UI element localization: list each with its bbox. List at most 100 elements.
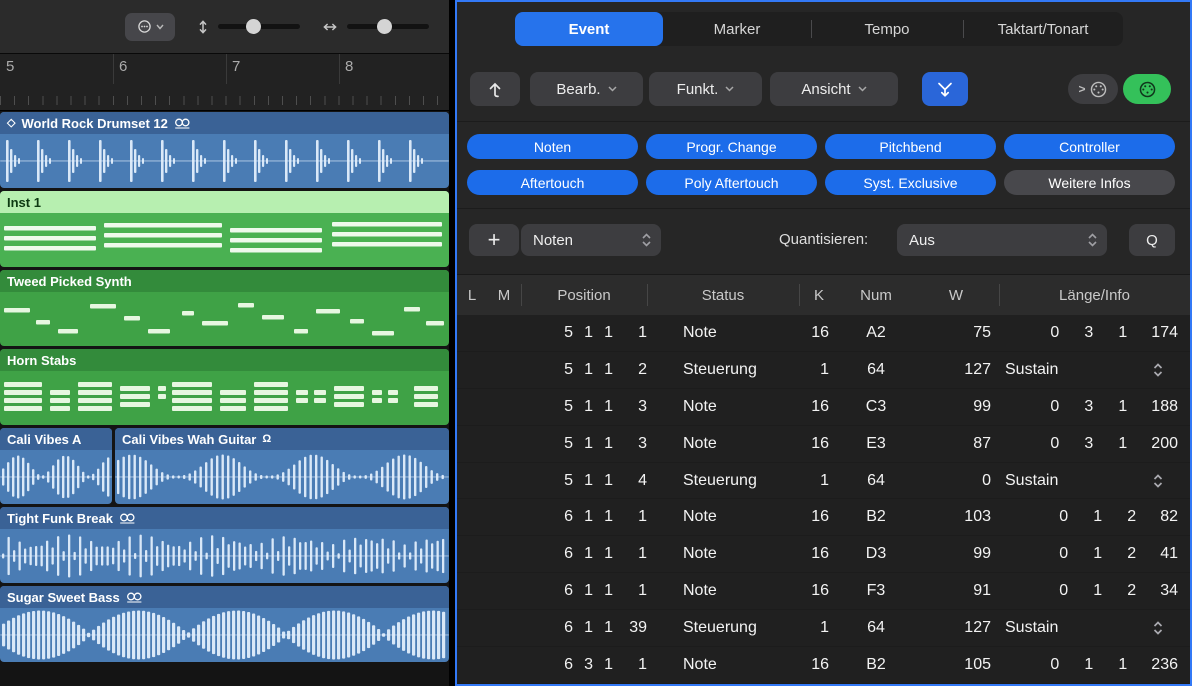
dropdown-value: Noten [533,231,574,249]
midi-in-toggle-button[interactable] [922,72,968,106]
status-cell: Note [683,434,717,452]
channel-cell: 16 [811,434,829,452]
num-cell: C3 [865,397,887,415]
slider-track[interactable] [218,19,300,34]
event-row[interactable]: 6 1 1 39 Steuerung 1 64 127 Sustain [457,610,1190,648]
event-row[interactable]: 6 1 1 1 Note 16 B2 103 0 1 2 82 [457,499,1190,537]
ansicht-menu[interactable]: Ansicht [770,72,898,106]
tab-taktart[interactable]: Taktart/Tonart [963,12,1123,46]
event-row[interactable]: 6 1 1 1 Note 16 D3 99 0 1 2 41 [457,536,1190,574]
slider-thumb[interactable] [377,19,392,34]
event-type-dropdown[interactable]: Noten [521,224,661,256]
dropdown-value: Aus [909,231,935,249]
filter-weitere-infos[interactable]: Weitere Infos [1004,170,1175,195]
track-view-options-button[interactable] [125,12,175,41]
event-row[interactable]: 5 1 1 1 Note 16 A2 75 0 3 1 174 [457,315,1190,352]
event-row[interactable]: 5 1 1 2 Steuerung 1 64 127 Sustain [457,352,1190,389]
tab-tempo[interactable]: Tempo [811,12,963,46]
tick-cell: 39 [629,619,647,637]
channel-cell: 16 [811,655,829,673]
add-event-button[interactable]: + [469,224,519,256]
region-cali-vibes-wah-guitar[interactable]: Cali Vibes Wah Guitar Ω [115,428,449,504]
slider-thumb[interactable] [246,19,261,34]
bar-gridline [226,54,227,84]
value-stepper[interactable] [1152,362,1164,378]
region-sugar-sweet-bass[interactable]: Sugar Sweet Bass [0,586,449,662]
region-name: Horn Stabs [7,352,77,368]
value-cell: 127 [964,619,991,637]
value-cell: 103 [964,508,991,526]
waveform [0,610,449,660]
region-horn-stabs[interactable]: Horn Stabs [0,349,449,425]
waveform [0,140,449,182]
region-world-rock-drumset[interactable]: ◇ World Rock Drumset 12 [0,112,449,188]
midi-input-indicator[interactable]: > [1068,74,1118,104]
slider-track[interactable] [347,19,429,34]
chevron-down-icon [608,86,617,92]
chevron-down-icon [858,86,867,92]
region-inst-1[interactable]: Inst 1 [0,191,449,267]
position-cell: 611 [564,582,613,600]
length-info-cell: 0 1 2 34 [1059,582,1178,600]
value-stepper[interactable] [1152,620,1164,636]
midi-notes [4,382,438,411]
ruler-number: 7 [232,58,241,75]
filter-syst-exclusive[interactable]: Syst. Exclusive [825,170,996,195]
menu-label: Funkt. [676,80,719,98]
region-tight-funk-break[interactable]: Tight Funk Break [0,507,449,583]
column-divider [521,284,522,306]
value-cell: 91 [973,582,991,600]
position-cell: 511 [564,471,613,489]
bar-ruler[interactable]: 5 6 7 8 [0,54,449,111]
filter-progr-change[interactable]: Progr. Change [646,134,817,159]
tab-marker[interactable]: Marker [663,12,811,46]
loop-icon [120,513,135,523]
region-cali-vibes-a[interactable]: Cali Vibes A [0,428,112,504]
channel-cell: 16 [811,508,829,526]
status-cell: Note [683,323,717,341]
menu-label: Ansicht [801,80,851,98]
status-cell: Note [683,655,717,673]
value-cell: 99 [973,545,991,563]
filter-noten[interactable]: Noten [467,134,638,159]
tab-event[interactable]: Event [515,12,663,46]
position-cell: 611 [564,508,613,526]
channel-cell: 1 [820,619,829,637]
midi-notes [4,222,442,253]
filter-aftertouch[interactable]: Aftertouch [467,170,638,195]
funktionen-menu[interactable]: Funkt. [649,72,762,106]
filter-pitchbend[interactable]: Pitchbend [825,134,996,159]
bearbeiten-menu[interactable]: Bearb. [530,72,643,106]
logic-pro-workspace: 5 6 7 8 ◇ World Rock Drumset 12 Inst 1 T… [0,0,1192,686]
arrow-up-icon [489,82,501,98]
midi-output-indicator[interactable] [1123,74,1171,104]
diamond-icon: ◇ [7,116,16,129]
column-divider [799,284,800,306]
event-row[interactable]: 5 1 1 4 Steuerung 1 64 0 Sustain [457,463,1190,500]
plus-icon: + [487,227,501,252]
quantize-apply-button[interactable]: Q [1129,224,1175,256]
go-up-level-button[interactable] [470,72,520,106]
length-info-cell: Sustain [999,361,1190,379]
up-down-chevron-icon [1153,621,1163,635]
track-lane: Cali Vibes A Cali Vibes Wah Guitar Ω [0,428,449,504]
event-row[interactable]: 6 3 1 1 Note 16 B2 105 0 1 1 236 [457,647,1190,684]
filter-poly-aftertouch[interactable]: Poly Aftertouch [646,170,817,195]
region-tweed-picked-synth[interactable]: Tweed Picked Synth [0,270,449,346]
value-stepper[interactable] [1152,473,1164,489]
horizontal-zoom-slider[interactable] [322,19,429,34]
quantize-dropdown[interactable]: Aus [897,224,1107,256]
event-row[interactable]: 6 1 1 1 Note 16 F3 91 0 1 2 34 [457,573,1190,611]
region-name: World Rock Drumset 12 [21,115,168,131]
event-row[interactable]: 5 1 1 3 Note 16 C3 99 0 3 1 188 [457,389,1190,426]
filter-controller[interactable]: Controller [1004,134,1175,159]
channel-cell: 1 [820,360,829,378]
channel-cell: 16 [811,545,829,563]
event-row[interactable]: 5 1 1 3 Note 16 E3 87 0 3 1 200 [457,426,1190,463]
length-info-cell: 0 1 2 41 [1059,545,1178,563]
midi-in-icon [938,82,952,97]
vertical-zoom-slider[interactable] [197,19,300,35]
region-name: Tweed Picked Synth [7,273,132,289]
value-cell: 127 [964,360,991,378]
length-info-cell: 0 1 2 82 [1059,508,1178,526]
